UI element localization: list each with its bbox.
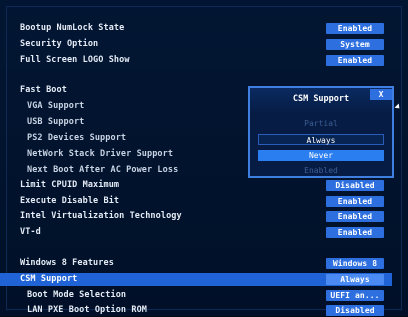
setting-value-button[interactable]: Enabled: [326, 196, 384, 207]
setting-label: USB Support: [27, 117, 85, 127]
setting-value-button[interactable]: Always: [326, 274, 384, 285]
setting-label: Boot Mode Selection: [27, 290, 127, 300]
setting-limit-cpuid[interactable]: Limit CPUID Maximum Disabled: [0, 179, 392, 192]
setting-label: VGA Support: [27, 101, 85, 111]
setting-value-button[interactable]: Disabled: [326, 305, 384, 316]
setting-label: Full Screen LOGO Show: [20, 55, 130, 65]
setting-label: NetWork Stack Driver Support: [27, 149, 174, 159]
mouse-cursor-icon: [394, 103, 402, 111]
setting-bootup-numlock[interactable]: Bootup NumLock State Enabled: [0, 22, 392, 35]
setting-execute-disable[interactable]: Execute Disable Bit Enabled: [0, 195, 392, 208]
setting-csm-support[interactable]: CSM Support Always: [0, 273, 392, 286]
csm-support-popup: CSM Support X Partial Always Never Enabl…: [248, 86, 394, 178]
setting-value-button[interactable]: Disabled: [326, 180, 384, 191]
setting-boot-mode[interactable]: Boot Mode Selection UEFI an...: [0, 289, 392, 302]
setting-label: Intel Virtualization Technology: [20, 211, 182, 221]
setting-label: Execute Disable Bit: [20, 196, 120, 206]
setting-label: CSM Support: [20, 274, 78, 284]
setting-value-button[interactable]: Enabled: [326, 23, 384, 34]
setting-label: LAN PXE Boot Option ROM: [27, 305, 148, 315]
setting-label: Fast Boot: [20, 85, 67, 95]
setting-label: Bootup NumLock State: [20, 23, 125, 33]
setting-full-screen-logo[interactable]: Full Screen LOGO Show Enabled: [0, 54, 392, 67]
setting-vt-d[interactable]: VT-d Enabled: [0, 226, 392, 239]
setting-label: Security Option: [20, 39, 99, 49]
bios-screen: Bootup NumLock State Enabled Security Op…: [0, 0, 408, 316]
popup-option-never[interactable]: Never: [258, 150, 384, 161]
setting-label: VT-d: [20, 227, 41, 237]
setting-label: Next Boot After AC Power Loss: [27, 165, 179, 175]
setting-value-button[interactable]: System: [326, 39, 384, 50]
close-button[interactable]: X: [370, 89, 392, 100]
setting-value-button[interactable]: Enabled: [326, 55, 384, 66]
setting-value-button[interactable]: Enabled: [326, 211, 384, 222]
setting-value-button[interactable]: UEFI an...: [326, 290, 384, 301]
popup-option-always[interactable]: Always: [258, 134, 384, 145]
popup-option-ghost: Enabled: [304, 166, 338, 175]
setting-intel-vt[interactable]: Intel Virtualization Technology Enabled: [0, 210, 392, 223]
setting-windows8-features[interactable]: Windows 8 Features Windows 8: [0, 257, 392, 270]
setting-label: PS2 Devices Support: [27, 133, 127, 143]
setting-lan-pxe[interactable]: LAN PXE Boot Option ROM Disabled: [0, 304, 392, 317]
setting-label: Windows 8 Features: [20, 258, 114, 268]
setting-value-button[interactable]: Enabled: [326, 227, 384, 238]
setting-security-option[interactable]: Security Option System: [0, 38, 392, 51]
setting-value-button[interactable]: Windows 8: [326, 258, 384, 269]
popup-option-ghost: Partial: [304, 119, 338, 128]
setting-label: Limit CPUID Maximum: [20, 180, 120, 190]
